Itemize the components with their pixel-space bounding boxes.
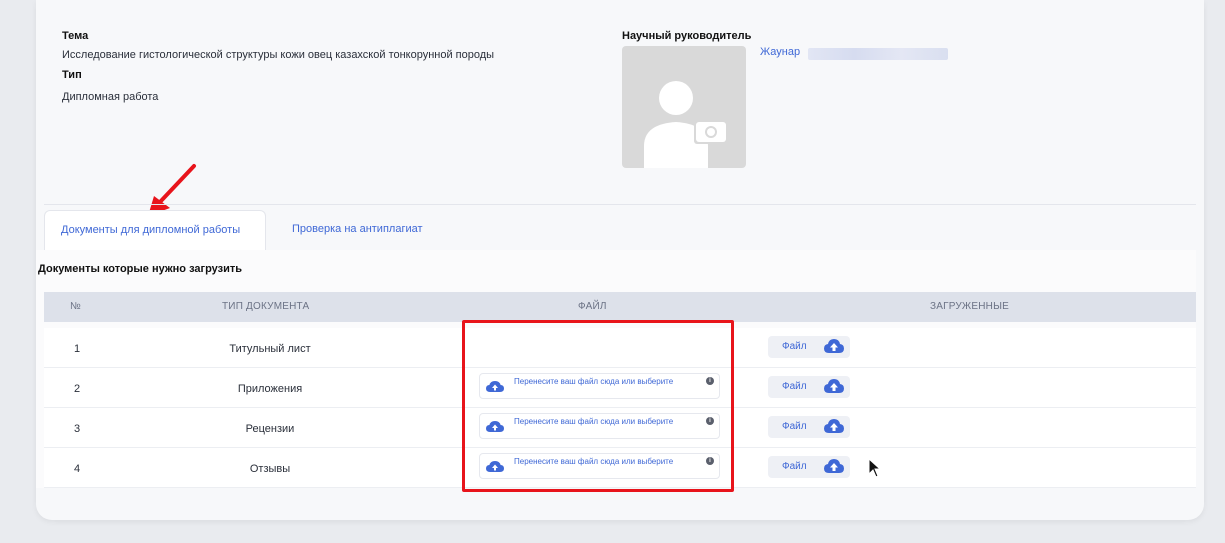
cloud-upload-icon xyxy=(824,379,844,393)
supervisor-label: Научный руководитель xyxy=(622,30,752,42)
section-title: Документы которые нужно загрузить xyxy=(38,263,243,275)
file-upload-button[interactable]: Файл xyxy=(768,456,850,478)
highlight-box xyxy=(462,320,734,492)
row-num: 2 xyxy=(74,383,81,395)
cloud-upload-icon xyxy=(824,459,844,473)
file-upload-button[interactable]: Файл xyxy=(768,336,850,358)
header-type: ТИП ДОКУМЕНТА xyxy=(222,301,310,312)
row-doc-type: Рецензии xyxy=(245,423,295,435)
avatar-placeholder-icon xyxy=(644,81,728,168)
file-button-label: Файл xyxy=(782,381,807,392)
supervisor-name-blurred xyxy=(808,48,948,60)
file-upload-button[interactable]: Файл xyxy=(768,376,850,398)
avatar xyxy=(622,46,746,168)
row-num: 3 xyxy=(74,423,81,435)
header-file: ФАЙЛ xyxy=(578,301,607,312)
table-header xyxy=(44,292,1196,322)
header-num: № xyxy=(70,301,81,312)
file-button-label: Файл xyxy=(782,461,807,472)
mouse-cursor-icon xyxy=(868,458,882,478)
cloud-upload-icon xyxy=(824,419,844,433)
row-num: 4 xyxy=(74,463,81,475)
row-doc-type: Титульный лист xyxy=(229,343,311,355)
file-button-label: Файл xyxy=(782,421,807,432)
topic-value: Исследование гистологической структуры к… xyxy=(62,49,495,61)
file-button-label: Файл xyxy=(782,341,807,352)
type-label: Тип xyxy=(62,69,82,81)
topic-label: Тема xyxy=(62,30,89,42)
tab-plagiarism-check[interactable]: Проверка на антиплагиат xyxy=(292,223,423,235)
header-uploaded: ЗАГРУЖЕННЫЕ xyxy=(930,301,1009,312)
row-num: 1 xyxy=(74,343,81,355)
tabs-divider xyxy=(44,204,1196,205)
row-doc-type: Приложения xyxy=(237,383,303,395)
tab-thesis-documents[interactable]: Документы для дипломной работы xyxy=(44,210,266,250)
cloud-upload-icon xyxy=(824,339,844,353)
row-doc-type: Отзывы xyxy=(249,463,291,475)
type-value: Дипломная работа xyxy=(62,91,159,103)
file-upload-button[interactable]: Файл xyxy=(768,416,850,438)
supervisor-name-link[interactable]: Жаунар xyxy=(760,46,800,58)
